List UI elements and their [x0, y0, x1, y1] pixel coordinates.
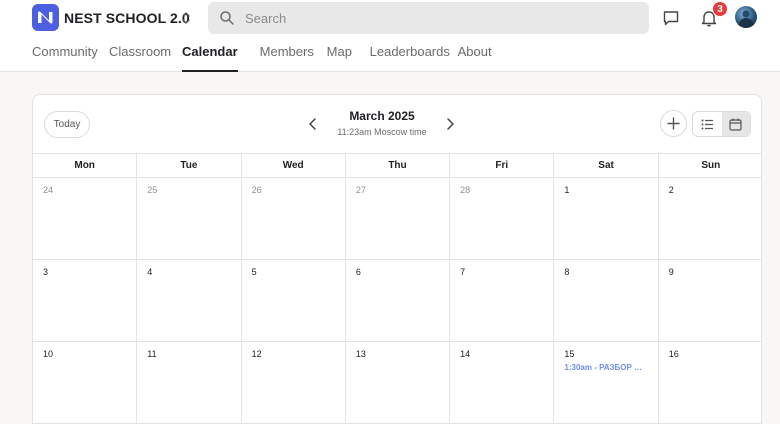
day-number: 3 — [43, 267, 49, 277]
notification-badge: 3 — [712, 1, 728, 17]
day-number: 15 — [564, 349, 575, 359]
week-row: 10 11 12 13 14 15 1:30am - РАЗБОР … 16 — [33, 342, 761, 424]
day-cell[interactable]: 6 — [346, 260, 451, 341]
day-number: 4 — [147, 267, 153, 277]
day-number: 11 — [147, 349, 157, 359]
next-month-chevron-icon[interactable] — [441, 115, 459, 133]
day-number: 16 — [668, 349, 679, 359]
day-cell[interactable]: 15 1:30am - РАЗБОР … — [554, 342, 659, 423]
month-title: March 2025 — [349, 109, 415, 123]
switch-chevrons-icon[interactable] — [179, 9, 193, 27]
week-row: 3 4 5 6 7 8 9 — [33, 260, 761, 342]
timezone-text: 11:23am Moscow time — [337, 127, 427, 137]
day-number: 1 — [564, 185, 570, 195]
day-cell[interactable]: 27 — [346, 178, 451, 259]
week-row: 24 25 26 27 28 1 2 — [33, 178, 761, 260]
plus-icon — [667, 117, 680, 130]
day-cell[interactable]: 16 — [659, 342, 761, 423]
day-cell[interactable]: 8 — [554, 260, 659, 341]
day-number: 27 — [355, 185, 366, 195]
day-cell[interactable]: 1 — [554, 178, 659, 259]
day-number: 7 — [460, 267, 466, 277]
day-cell[interactable]: 13 — [346, 342, 451, 423]
tab-leaderboards[interactable]: Leaderboards — [370, 44, 458, 72]
calendar-event[interactable]: 1:30am - РАЗБОР … — [564, 363, 647, 372]
weekday-label: Thu — [346, 154, 451, 177]
search-input[interactable] — [245, 2, 635, 34]
tab-calendar[interactable]: Calendar — [182, 44, 238, 72]
day-cell[interactable]: 4 — [137, 260, 242, 341]
month-grid: Mon Tue Wed Thu Fri Sat Sun 24 25 26 27 … — [33, 153, 761, 424]
weekday-label: Tue — [137, 154, 242, 177]
day-number: 25 — [147, 185, 158, 195]
day-number: 28 — [460, 185, 471, 195]
day-cell[interactable]: 9 — [659, 260, 761, 341]
add-event-button[interactable] — [660, 110, 687, 137]
day-number: 6 — [355, 267, 361, 277]
view-toggle — [692, 111, 751, 137]
avatar[interactable] — [735, 6, 757, 28]
day-cell[interactable]: 2 — [659, 178, 761, 259]
weekday-header: Mon Tue Wed Thu Fri Sat Sun — [33, 153, 761, 178]
day-cell[interactable]: 24 — [33, 178, 138, 259]
tab-classroom[interactable]: Classroom — [109, 44, 182, 72]
day-cell[interactable]: 25 — [137, 178, 242, 259]
app-logo-icon[interactable] — [32, 4, 59, 31]
weekday-label: Fri — [450, 154, 555, 177]
chat-icon[interactable] — [661, 8, 681, 28]
list-view-button[interactable] — [693, 112, 722, 136]
community-name[interactable]: NEST SCHOOL 2.0 — [64, 10, 190, 26]
tab-community[interactable]: Community — [32, 44, 109, 72]
day-cell[interactable]: 10 — [33, 342, 138, 423]
day-number: 26 — [251, 185, 262, 195]
day-cell[interactable]: 14 — [450, 342, 555, 423]
nav-tabs: Community Classroom Calendar Members Map… — [32, 44, 498, 72]
day-cell[interactable]: 5 — [242, 260, 346, 341]
weekday-label: Sun — [701, 160, 721, 171]
day-number: 5 — [251, 267, 257, 277]
search-box[interactable] — [208, 2, 649, 34]
calendar-view-button[interactable] — [721, 112, 750, 136]
day-cell[interactable]: 11 — [137, 342, 242, 423]
day-number: 9 — [668, 267, 674, 277]
calendar-card: Today March 2025 11:23am Moscow time Mon… — [32, 94, 762, 424]
day-number: 24 — [43, 185, 54, 195]
day-cell[interactable]: 26 — [242, 178, 346, 259]
day-cell[interactable]: 7 — [450, 260, 555, 341]
day-cell[interactable]: 12 — [242, 342, 346, 423]
top-bar: NEST SCHOOL 2.0 3 Community Classroom Ca… — [0, 0, 780, 72]
day-number: 2 — [668, 185, 674, 195]
day-cell[interactable]: 28 — [450, 178, 555, 259]
tab-about[interactable]: About — [458, 44, 498, 72]
today-button[interactable]: Today — [44, 111, 90, 138]
weekday-label: Wed — [242, 154, 346, 177]
tab-map[interactable]: Map — [327, 44, 370, 72]
weekday-label: Sat — [554, 154, 659, 177]
day-cell[interactable]: 3 — [33, 260, 138, 341]
day-number: 13 — [355, 349, 366, 359]
calendar-icon — [729, 118, 742, 131]
day-number: 8 — [564, 267, 570, 277]
day-number: 12 — [251, 349, 262, 359]
list-icon — [701, 119, 713, 129]
weekday-label: Mon — [33, 154, 138, 177]
search-icon — [219, 10, 235, 26]
day-number: 10 — [43, 349, 54, 359]
tab-members[interactable]: Members — [260, 44, 327, 72]
day-number: 14 — [460, 349, 471, 359]
